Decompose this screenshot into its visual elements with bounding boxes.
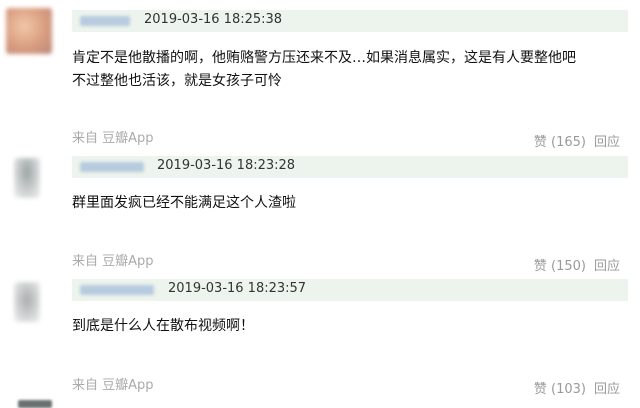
reply-button[interactable]: 回应 [594,382,620,397]
comment-actions: 赞 (165) 回应 [534,131,620,150]
username[interactable] [80,16,130,26]
like-button[interactable]: 赞 (150) [534,259,586,274]
comment-line: 不过整他也活该，就是女孩子可怜 [72,73,282,89]
comment-timestamp: 2019-03-16 18:25:38 [144,12,283,27]
user-avatar[interactable] [6,8,52,54]
comment-timestamp: 2019-03-16 18:23:28 [157,158,296,173]
comment-header [72,156,628,178]
source-label: 来自 豆瓣App [72,378,154,393]
comment-header [72,279,628,301]
comment-line: 到底是什么人在散布视频啊！ [72,318,254,334]
username[interactable] [80,285,154,295]
reply-button[interactable]: 回应 [594,259,620,274]
user-avatar[interactable] [14,158,40,198]
like-button[interactable]: 赞 (165) [534,135,586,150]
comment-line: 肯定不是他散播的啊，他贿赂警方压还来不及…如果消息属实，这是有人要整他吧 [72,50,576,66]
username[interactable] [80,162,144,172]
user-avatar[interactable] [18,400,52,408]
comment-timestamp: 2019-03-16 18:23:57 [168,281,307,296]
like-button[interactable]: 赞 (103) [534,382,586,397]
comment-text: 到底是什么人在散布视频啊！ [72,315,254,338]
comment-actions: 赞 (150) 回应 [534,255,620,274]
source-label: 来自 豆瓣App [72,131,154,146]
reply-button[interactable]: 回应 [594,135,620,150]
comment-actions: 赞 (103) 回应 [534,378,620,397]
user-avatar[interactable] [14,282,40,322]
comment-line: 群里面发疯已经不能满足这个人渣啦 [72,195,296,211]
source-label: 来自 豆瓣App [72,254,154,269]
comment-text: 群里面发疯已经不能满足这个人渣啦 [72,192,296,215]
comment-text: 肯定不是他散播的啊，他贿赂警方压还来不及…如果消息属实，这是有人要整他吧 不过整… [72,47,576,93]
